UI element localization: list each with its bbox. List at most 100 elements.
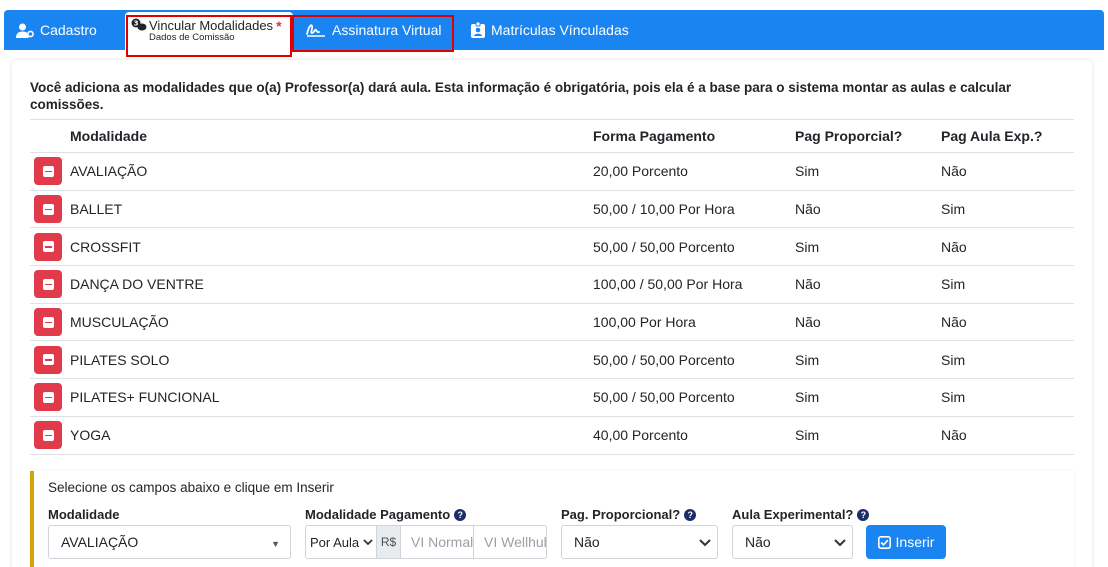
minus-square-icon <box>42 354 54 366</box>
header-modalidade: Modalidade <box>70 119 593 153</box>
pag-proporcional-select[interactable]: Não <box>561 525 718 559</box>
cell-modalidade: PILATES SOLO <box>70 340 593 380</box>
cell-pag-aula-exp: Sim <box>941 378 1074 417</box>
cell-pag-aula-exp: Sim <box>941 340 1074 380</box>
signature-icon <box>306 24 325 37</box>
insert-button[interactable]: Inserir <box>866 525 946 559</box>
tab-bar: Cadastro 3 Vincular Modalidades * Dados … <box>4 10 1104 50</box>
minus-square-icon <box>42 203 54 215</box>
modalidade-select[interactable]: AVALIAÇÃO ▼ <box>48 525 291 559</box>
table-row: YOGA 40,00 Porcento Sim Não <box>30 416 1074 455</box>
tab-cadastro[interactable]: Cadastro <box>16 10 97 50</box>
header-pag-proporcial: Pag Proporcial? <box>795 119 941 153</box>
minus-square-icon <box>42 278 54 290</box>
cell-pag-proporcial: Não <box>795 265 941 304</box>
cell-pag-proporcial: Sim <box>795 378 941 417</box>
remove-button[interactable] <box>34 308 62 337</box>
cell-modalidade: BALLET <box>70 190 593 229</box>
currency-addon: R$ <box>376 525 401 559</box>
required-asterisk: * <box>276 17 282 34</box>
tab-vincular-modalidades[interactable]: 3 Vincular Modalidades * Dados de Comiss… <box>125 12 293 50</box>
modalidades-table: Modalidade Forma Pagamento Pag Proporcia… <box>30 119 1074 455</box>
chevron-down-icon <box>834 539 846 547</box>
check-square-icon <box>877 535 891 549</box>
cell-forma-pagamento: 50,00 / 50,00 Porcento <box>593 378 795 417</box>
vl-wellhub-input[interactable]: VI Wellhub <box>473 525 547 559</box>
remove-button[interactable] <box>34 345 62 374</box>
minus-square-icon <box>42 429 54 441</box>
cell-pag-proporcial: Não <box>795 303 941 342</box>
tab-vincular-title: Vincular Modalidades <box>149 18 274 34</box>
help-icon[interactable]: ? <box>857 508 870 521</box>
minus-square-icon <box>42 165 54 177</box>
table-row: PILATES SOLO 50,00 / 50,00 Porcento Sim … <box>30 340 1074 380</box>
aula-experimental-select[interactable]: Não <box>732 525 853 559</box>
pagamento-type-select[interactable]: Por Aula <box>305 525 377 559</box>
cell-modalidade: DANÇA DO VENTRE <box>70 265 593 304</box>
remove-button[interactable] <box>34 195 62 224</box>
table-row: BALLET 50,00 / 10,00 Por Hora Não Sim <box>30 190 1074 229</box>
cell-modalidade: AVALIAÇÃO <box>70 152 593 191</box>
cell-forma-pagamento: 50,00 / 10,00 Por Hora <box>593 190 795 229</box>
cell-forma-pagamento: 100,00 Por Hora <box>593 303 795 342</box>
cell-pag-proporcial: Sim <box>795 227 941 267</box>
modalidade-pagamento-label: Modalidade Pagamento ? <box>305 507 467 522</box>
help-icon[interactable]: ? <box>684 508 697 521</box>
cell-forma-pagamento: 20,00 Porcento <box>593 152 795 191</box>
pag-proporcional-label: Pag. Proporcional? ? <box>561 507 697 522</box>
table-header-row: Modalidade Forma Pagamento Pag Proporcia… <box>30 119 1074 153</box>
cell-pag-proporcial: Não <box>795 190 941 229</box>
table-row: MUSCULAÇÃO 100,00 Por Hora Não Não <box>30 303 1074 342</box>
table-row: PILATES+ FUNCIONAL 50,00 / 50,00 Porcent… <box>30 378 1074 417</box>
tab-vincular-subtitle: Dados de Comissão <box>149 32 235 44</box>
cell-pag-aula-exp: Não <box>941 416 1074 455</box>
coins-icon: 3 <box>131 18 147 31</box>
cell-forma-pagamento: 40,00 Porcento <box>593 416 795 455</box>
remove-button[interactable] <box>34 383 62 412</box>
remove-button[interactable] <box>34 157 62 186</box>
chevron-down-icon <box>699 539 711 547</box>
tab-assinatura-virtual[interactable]: Assinatura Virtual <box>306 10 441 50</box>
cell-modalidade: MUSCULAÇÃO <box>70 303 593 342</box>
cell-forma-pagamento: 100,00 / 50,00 Por Hora <box>593 265 795 304</box>
table-row: AVALIAÇÃO 20,00 Porcento Sim Não <box>30 152 1074 191</box>
minus-square-icon <box>42 391 54 403</box>
cell-pag-aula-exp: Não <box>941 227 1074 267</box>
cell-pag-aula-exp: Não <box>941 152 1074 191</box>
table-row: DANÇA DO VENTRE 100,00 / 50,00 Por Hora … <box>30 265 1074 304</box>
tab-assinatura-label: Assinatura Virtual <box>332 22 442 38</box>
chevron-down-icon <box>363 539 373 546</box>
cell-modalidade: CROSSFIT <box>70 227 593 267</box>
intro-text: Você adiciona as modalidades que o(a) Pr… <box>30 80 1012 112</box>
minus-square-icon <box>42 316 54 328</box>
aula-experimental-label: Aula Experimental? ? <box>732 507 870 522</box>
modalidade-label: Modalidade <box>48 507 120 522</box>
header-pag-aula-exp: Pag Aula Exp.? <box>941 119 1074 153</box>
user-cog-icon <box>16 23 34 38</box>
tab-vincular-labels: Vincular Modalidades * Dados de Comissão <box>149 17 282 44</box>
remove-button[interactable] <box>34 270 62 299</box>
cell-pag-proporcial: Sim <box>795 152 941 191</box>
cell-pag-proporcial: Sim <box>795 340 941 380</box>
cell-pag-aula-exp: Não <box>941 303 1074 342</box>
minus-square-icon <box>42 241 54 253</box>
help-icon[interactable]: ? <box>454 508 467 521</box>
cell-pag-aula-exp: Sim <box>941 265 1074 304</box>
vl-normal-input[interactable]: VI Normal <box>400 525 474 559</box>
tab-cadastro-label: Cadastro <box>40 22 97 38</box>
cell-forma-pagamento: 50,00 / 50,00 Porcento <box>593 227 795 267</box>
cell-modalidade: PILATES+ FUNCIONAL <box>70 378 593 417</box>
remove-button[interactable] <box>34 421 62 450</box>
table-row: CROSSFIT 50,00 / 50,00 Porcento Sim Não <box>30 227 1074 267</box>
cell-pag-aula-exp: Sim <box>941 190 1074 229</box>
cell-forma-pagamento: 50,00 / 50,00 Porcento <box>593 340 795 380</box>
remove-button[interactable] <box>34 232 62 261</box>
caret-down-icon: ▼ <box>271 539 280 549</box>
id-badge-icon <box>471 22 485 38</box>
tab-matriculas-vinculadas[interactable]: Matrículas Vínculadas <box>471 10 629 50</box>
header-forma-pagamento: Forma Pagamento <box>593 119 795 153</box>
cell-modalidade: YOGA <box>70 416 593 455</box>
insert-panel-title: Selecione os campos abaixo e clique em I… <box>48 480 334 495</box>
tab-matriculas-label: Matrículas Vínculadas <box>491 22 629 38</box>
cell-pag-proporcial: Sim <box>795 416 941 455</box>
